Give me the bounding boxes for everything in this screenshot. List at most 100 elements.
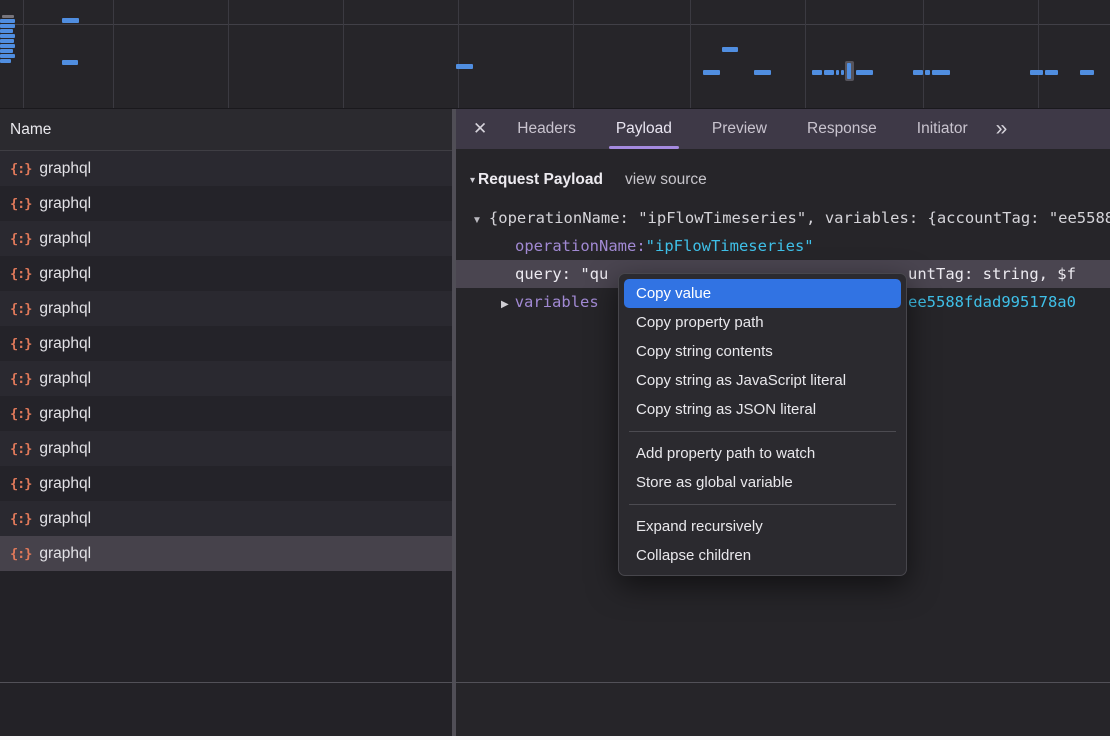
braces-json-icon: {:} (10, 546, 31, 562)
braces-json-icon: {:} (10, 476, 31, 492)
request-row-graphql[interactable]: {:} graphql (0, 186, 452, 221)
menu-item-expand-recursively[interactable]: Expand recursively (624, 512, 901, 541)
braces-json-icon: {:} (10, 266, 31, 282)
tab-preview[interactable]: Preview (692, 109, 787, 149)
tab-response[interactable]: Response (787, 109, 897, 149)
network-overview-timeline[interactable] (0, 0, 1110, 108)
request-timeline-bar (722, 47, 738, 52)
request-timeline-bar (754, 70, 771, 75)
request-name-label: graphql (39, 265, 91, 283)
devtools-network-panel: Name {:}graphql{:}graphql{:}graphql{:}gr… (0, 0, 1110, 740)
operation-name-row[interactable]: operationName:"ipFlowTimeseries" (456, 232, 1110, 260)
request-timeline-bar (812, 70, 822, 75)
braces-json-icon: {:} (10, 161, 31, 177)
request-timeline-bar (2, 15, 14, 18)
menu-item-add-property-path-to-watch[interactable]: Add property path to watch (624, 439, 901, 468)
operation-name-value: "ipFlowTimeseries" (646, 237, 814, 255)
timeline-gridline (343, 0, 344, 108)
timeline-gridline (458, 0, 459, 108)
request-timeline-bar (856, 70, 873, 75)
request-name-label: graphql (39, 510, 91, 528)
request-timeline-bar (0, 44, 15, 48)
tab-headers[interactable]: Headers (497, 109, 596, 149)
timeline-gridline (228, 0, 229, 108)
request-row-graphql[interactable]: {:}graphql (0, 431, 452, 466)
request-name-label: graphql (39, 230, 91, 248)
network-main-split: Name {:}graphql{:}graphql{:}graphql{:}gr… (0, 108, 1110, 736)
tab-initiator[interactable]: Initiator (897, 109, 988, 149)
request-row-graphql[interactable]: {:} graphql (0, 466, 452, 501)
request-timeline-bar (0, 19, 15, 23)
request-name-label: graphql (39, 160, 91, 178)
request-name-label: graphql (39, 440, 91, 458)
request-payload-section-header[interactable]: ▾ Request Payload view source (456, 149, 1110, 194)
braces-json-icon: {:} (10, 196, 31, 212)
payload-root-preview: {operationName: "ipFlowTimeseries", vari… (489, 209, 1110, 227)
timeline-gridline (573, 0, 574, 108)
menu-item-collapse-children[interactable]: Collapse children (624, 541, 901, 570)
request-row-graphql[interactable]: {:} graphql (0, 291, 452, 326)
request-timeline-bar (932, 70, 950, 75)
menu-item-copy-value[interactable]: Copy value (624, 279, 901, 308)
request-row-graphql[interactable]: {:}graphql (0, 221, 452, 256)
variables-value-right-fragment: ee5588fdad995178a0 (908, 288, 1076, 316)
menu-item-copy-string-as-javascript-literal[interactable]: Copy string as JavaScript literal (624, 366, 901, 395)
request-timeline-bar (1030, 70, 1043, 75)
request-timeline-bar (0, 29, 13, 33)
close-icon[interactable]: ✕ (473, 119, 487, 139)
request-timeline-bar (703, 70, 720, 75)
request-name-label: graphql (39, 405, 91, 423)
menu-separator (629, 431, 896, 432)
request-row-graphql[interactable]: {:}graphql (0, 361, 452, 396)
request-name-label: graphql (39, 300, 91, 318)
menu-item-store-as-global-variable[interactable]: Store as global variable (624, 468, 901, 497)
timeline-gridline (113, 0, 114, 108)
braces-json-icon: {:} (10, 336, 31, 352)
braces-json-icon: {:} (10, 406, 31, 422)
selected-request-marker-bar (847, 63, 851, 79)
overview-divider-line (0, 24, 1110, 25)
menu-item-copy-string-contents[interactable]: Copy string contents (624, 337, 901, 366)
request-row-graphql[interactable]: {:} graphql (0, 536, 452, 571)
request-list-panel: Name {:}graphql{:}graphql{:}graphql{:}gr… (0, 109, 452, 736)
tab-payload[interactable]: Payload (596, 109, 692, 149)
request-rows: {:} graphql {:} graphql {:} graphql {:} graphql… (0, 151, 452, 571)
request-timeline-bar (0, 54, 15, 58)
operation-name-key: operationName: (515, 237, 646, 255)
request-timeline-bar (456, 64, 473, 69)
request-timeline-bar (1045, 70, 1058, 75)
request-timeline-bar (841, 70, 844, 75)
request-row-graphql[interactable]: {:}graphql (0, 501, 452, 536)
name-column-label: Name (10, 121, 51, 138)
bottom-section-divider[interactable] (0, 682, 1110, 683)
request-row-graphql[interactable]: {:} graphql (0, 151, 452, 186)
request-row-graphql[interactable]: {:} graphql (0, 256, 452, 291)
request-row-graphql[interactable]: {:} graphql (0, 396, 452, 431)
menu-item-copy-string-as-json-literal[interactable]: Copy string as JSON literal (624, 395, 901, 424)
request-timeline-bar (0, 49, 13, 53)
braces-json-icon: {:} (10, 301, 31, 317)
request-row-graphql[interactable]: {:} graphql (0, 326, 452, 361)
request-name-label: graphql (39, 545, 91, 563)
request-timeline-bar (925, 70, 930, 75)
more-tabs-icon[interactable]: » (996, 117, 1008, 141)
page-background-strip (0, 736, 1110, 740)
payload-root-row[interactable]: ▼ {operationName: "ipFlowTimeseries", var… (456, 204, 1110, 232)
timeline-gridline (923, 0, 924, 108)
menu-item-copy-property-path[interactable]: Copy property path (624, 308, 901, 337)
name-column-header[interactable]: Name (0, 109, 452, 151)
query-value-right-fragment: untTag: string, $f (908, 260, 1076, 288)
timeline-gridline (805, 0, 806, 108)
timeline-gridline (1038, 0, 1039, 108)
request-timeline-bar (836, 70, 839, 75)
request-timeline-bar (0, 59, 11, 63)
request-name-label: graphql (39, 475, 91, 493)
request-name-label: graphql (39, 195, 91, 213)
section-collapse-triangle-icon[interactable]: ▾ (470, 175, 475, 186)
view-source-link[interactable]: view source (625, 171, 707, 189)
expanded-triangle-icon[interactable]: ▼ (472, 207, 482, 232)
collapsed-triangle-icon[interactable]: ▶ (501, 291, 509, 316)
request-name-label: graphql (39, 335, 91, 353)
variables-key: variables (515, 293, 599, 311)
request-timeline-bar (913, 70, 923, 75)
